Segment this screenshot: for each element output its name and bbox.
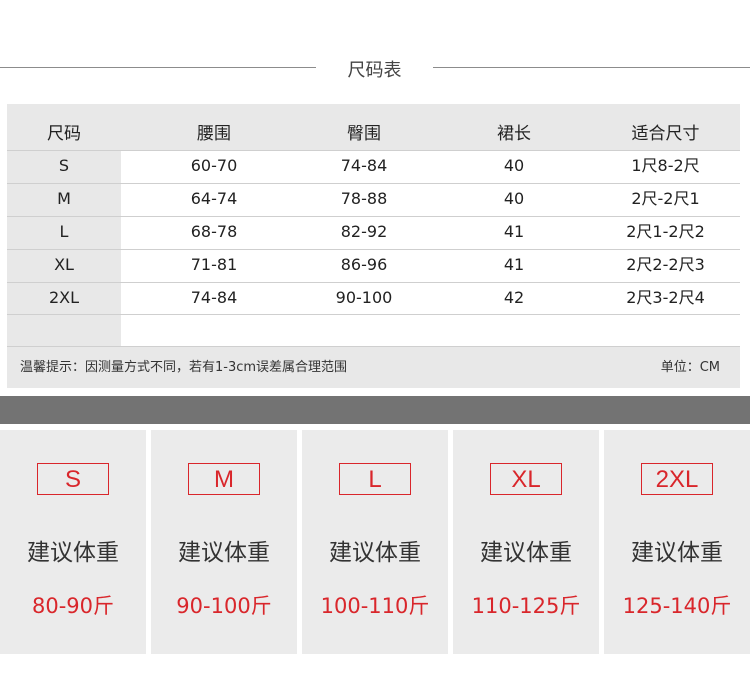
cell-fit-size: 2尺2-2尺3 xyxy=(626,255,705,274)
page-title: 尺码表 xyxy=(347,60,402,81)
header-hip: 臀围 xyxy=(347,124,381,144)
cell-hip: 74-84 xyxy=(340,156,388,175)
cell-skirt-length: 40 xyxy=(503,189,525,208)
table-header-row: 尺码 腰围 臀围 裙长 适合尺寸 xyxy=(7,104,740,150)
recommended-weight-label: 建议体重 xyxy=(27,540,119,566)
recommended-weight-label: 建议体重 xyxy=(329,540,421,566)
cell-skirt-length: 40 xyxy=(503,156,525,175)
header-skirt-length: 裙长 xyxy=(497,124,531,144)
table-row: M 64-74 78-88 40 2尺-2尺1 xyxy=(7,183,740,215)
size-badge: XL xyxy=(490,463,562,495)
unit-label: 单位：CM xyxy=(660,360,720,375)
table-row: S 60-70 74-84 40 1尺8-2尺 xyxy=(7,150,740,182)
cell-size: XL xyxy=(54,255,74,274)
table-row: L 68-78 82-92 41 2尺1-2尺2 xyxy=(7,216,740,248)
header-size: 尺码 xyxy=(47,124,81,144)
cell-skirt-length: 41 xyxy=(503,255,525,274)
cell-size: M xyxy=(57,189,71,208)
cell-size: S xyxy=(58,156,70,175)
cell-fit-size: 2尺1-2尺2 xyxy=(626,222,705,241)
size-badge: M xyxy=(188,463,260,495)
weight-range: 90-100斤 xyxy=(176,594,272,618)
cell-hip: 90-100 xyxy=(335,288,393,307)
title-divider-left xyxy=(0,67,316,68)
cell-fit-size: 2尺3-2尺4 xyxy=(626,288,705,307)
cell-hip: 86-96 xyxy=(340,255,388,274)
recommended-weight-label: 建议体重 xyxy=(631,540,723,566)
cell-size: 2XL xyxy=(48,288,80,307)
weight-card-xl: XL 建议体重 110-125斤 xyxy=(453,430,599,654)
cell-skirt-length: 42 xyxy=(503,288,525,307)
size-badge: L xyxy=(339,463,411,495)
row-separator xyxy=(7,314,740,315)
size-table: 尺码 腰围 臀围 裙长 适合尺寸 S 60-70 74-84 40 1尺8-2尺… xyxy=(7,104,740,388)
table-row: 2XL 74-84 90-100 42 2尺3-2尺4 xyxy=(7,282,740,314)
section-divider-band xyxy=(0,396,750,424)
weight-card-m: M 建议体重 90-100斤 xyxy=(151,430,297,654)
recommended-weight-label: 建议体重 xyxy=(480,540,572,566)
weight-cards: S 建议体重 80-90斤 M 建议体重 90-100斤 L 建议体重 100-… xyxy=(0,430,750,654)
weight-card-s: S 建议体重 80-90斤 xyxy=(0,430,146,654)
cell-skirt-length: 41 xyxy=(503,222,525,241)
measurement-note: 温馨提示：因测量方式不同，若有1-3cm误差属合理范围 xyxy=(20,360,348,375)
cell-size: L xyxy=(59,222,69,241)
header-fit-size: 适合尺寸 xyxy=(631,124,700,144)
cell-fit-size: 2尺-2尺1 xyxy=(631,189,700,208)
cell-fit-size: 1尺8-2尺 xyxy=(631,156,700,175)
weight-card-l: L 建议体重 100-110斤 xyxy=(302,430,448,654)
weight-range: 100-110斤 xyxy=(320,594,430,618)
table-row: XL 71-81 86-96 41 2尺2-2尺3 xyxy=(7,249,740,281)
title-divider-right xyxy=(433,67,750,68)
size-badge: 2XL xyxy=(641,463,713,495)
size-badge: S xyxy=(37,463,109,495)
weight-range: 110-125斤 xyxy=(471,594,581,618)
recommended-weight-label: 建议体重 xyxy=(178,540,270,566)
weight-card-2xl: 2XL 建议体重 125-140斤 xyxy=(604,430,750,654)
cell-hip: 82-92 xyxy=(340,222,388,241)
cell-hip: 78-88 xyxy=(340,189,388,208)
row-separator xyxy=(7,346,740,347)
weight-range: 125-140斤 xyxy=(622,594,732,618)
weight-range: 80-90斤 xyxy=(31,594,115,618)
title-row: 尺码表 xyxy=(0,50,750,86)
